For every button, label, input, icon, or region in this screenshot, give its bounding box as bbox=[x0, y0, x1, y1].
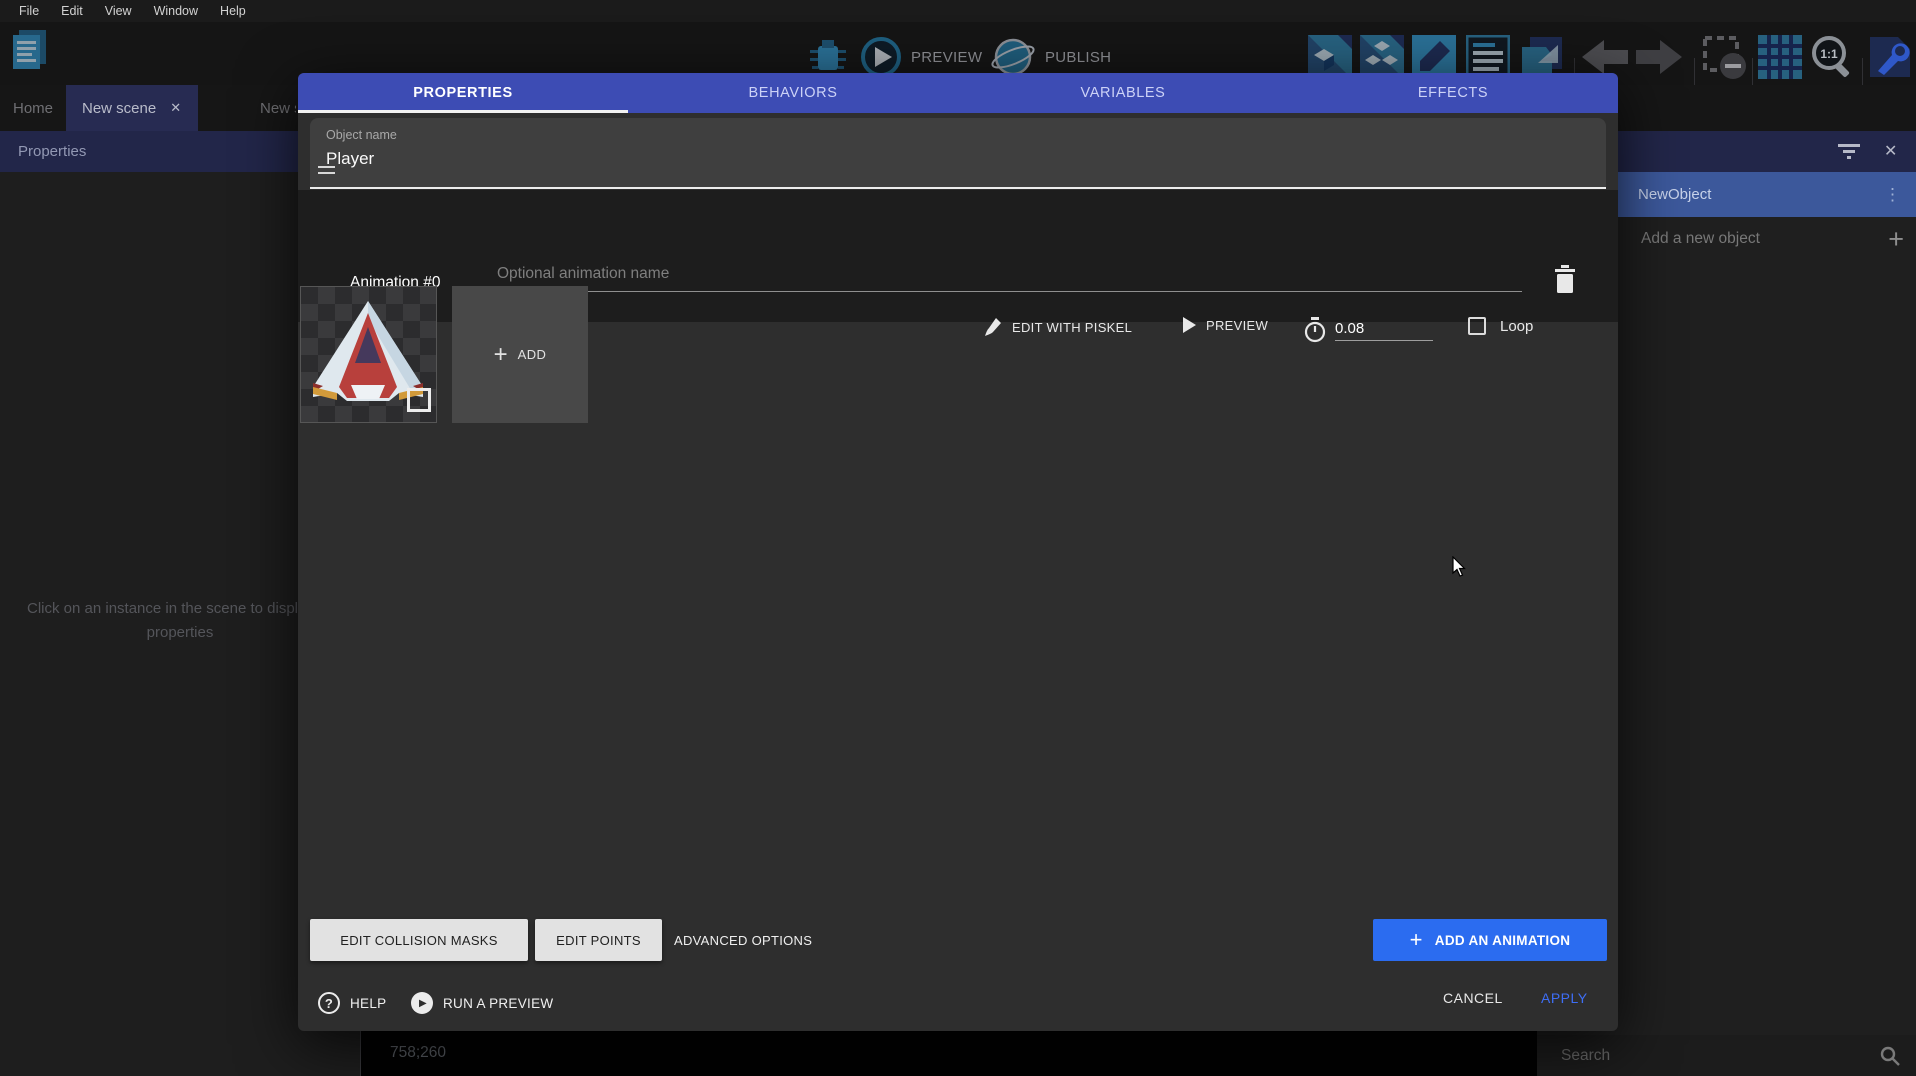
apply-button[interactable]: APPLY bbox=[1541, 990, 1588, 1006]
add-animation-button[interactable]: + ADD AN ANIMATION bbox=[1373, 919, 1607, 961]
debug-icon[interactable] bbox=[806, 36, 850, 78]
deselect-icon[interactable] bbox=[1702, 35, 1748, 81]
brush-icon bbox=[984, 317, 1002, 337]
tab-properties[interactable]: PROPERTIES bbox=[298, 73, 628, 113]
run-preview-button[interactable]: ▶ RUN A PREVIEW bbox=[411, 990, 553, 1016]
object-menu-icon[interactable]: ⋮ bbox=[1884, 185, 1902, 205]
menu-window[interactable]: Window bbox=[143, 4, 209, 18]
active-tab-indicator bbox=[298, 110, 628, 113]
project-manager-icon[interactable] bbox=[10, 28, 50, 74]
tab-next-label: New scene bbox=[260, 100, 296, 117]
tab-home-label: Home bbox=[13, 100, 53, 117]
timer-icon bbox=[1303, 317, 1327, 343]
tab-home[interactable]: Home bbox=[0, 85, 66, 131]
menu-help[interactable]: Help bbox=[209, 4, 257, 18]
tab-variables[interactable]: VARIABLES bbox=[958, 73, 1288, 113]
tab-effects[interactable]: EFFECTS bbox=[1288, 73, 1618, 113]
delete-animation-icon[interactable] bbox=[1553, 265, 1577, 293]
edit-with-piskel-button[interactable]: EDIT WITH PISKEL bbox=[984, 317, 1132, 337]
play-circle-icon: ▶ bbox=[411, 992, 433, 1014]
dialog-tab-bar: PROPERTIES BEHAVIORS VARIABLES EFFECTS bbox=[298, 73, 1618, 113]
preview-label: PREVIEW bbox=[911, 49, 982, 66]
tab-next-scene[interactable]: New scene bbox=[244, 85, 296, 131]
object-name-label: NewObject bbox=[1638, 186, 1711, 203]
object-name-field: Object name bbox=[310, 118, 1606, 189]
frame-select-checkbox[interactable] bbox=[407, 388, 431, 412]
tab-new-scene-label: New scene bbox=[82, 100, 156, 117]
filter-icon[interactable] bbox=[1838, 144, 1860, 160]
undo-icon[interactable] bbox=[1582, 40, 1630, 76]
help-icon: ? bbox=[318, 992, 340, 1014]
object-name-field-label: Object name bbox=[326, 128, 397, 142]
grid-icon[interactable] bbox=[1758, 35, 1802, 79]
search-icon bbox=[1880, 1046, 1900, 1066]
tab-new-scene[interactable]: New scene ✕ bbox=[66, 85, 198, 131]
object-editor-dialog: PROPERTIES BEHAVIORS VARIABLES EFFECTS O… bbox=[298, 73, 1618, 1031]
help-button[interactable]: ? HELP bbox=[318, 990, 386, 1016]
preview-play-icon bbox=[860, 36, 902, 78]
play-icon bbox=[1183, 317, 1196, 333]
add-object-label: Add a new object bbox=[1641, 230, 1760, 248]
publish-label: PUBLISH bbox=[1045, 49, 1111, 66]
menu-edit[interactable]: Edit bbox=[50, 4, 94, 18]
add-object-plus-icon[interactable]: + bbox=[1888, 224, 1904, 255]
edit-collision-masks-button[interactable]: EDIT COLLISION MASKS bbox=[310, 919, 528, 961]
close-panel-icon[interactable]: ✕ bbox=[1884, 141, 1897, 161]
objects-search-bar bbox=[1537, 1035, 1916, 1076]
tab-close-icon[interactable]: ✕ bbox=[170, 100, 181, 116]
add-frame-button[interactable]: + ADD bbox=[452, 286, 588, 423]
tab-behaviors[interactable]: BEHAVIORS bbox=[628, 73, 958, 113]
svg-text:1:1: 1:1 bbox=[1820, 47, 1838, 61]
plus-icon: + bbox=[494, 341, 508, 369]
redo-icon[interactable] bbox=[1634, 40, 1682, 76]
edit-points-button[interactable]: EDIT POINTS bbox=[535, 919, 662, 961]
time-between-frames-field bbox=[1303, 317, 1433, 343]
drag-handle-icon[interactable] bbox=[318, 166, 335, 178]
app-window: File Edit View Window Help PREVI bbox=[0, 0, 1916, 1076]
animation-name-input[interactable] bbox=[497, 265, 1522, 292]
loop-toggle[interactable]: Loop bbox=[1468, 317, 1533, 335]
scene-settings-wrench-icon[interactable] bbox=[1868, 35, 1912, 79]
preview-animation-button[interactable]: PREVIEW bbox=[1183, 317, 1268, 333]
menu-file[interactable]: File bbox=[8, 4, 50, 18]
zoom-actual-icon[interactable]: 1:1 bbox=[1810, 35, 1856, 81]
cancel-button[interactable]: CANCEL bbox=[1443, 990, 1503, 1006]
menu-view[interactable]: View bbox=[94, 4, 143, 18]
object-name-input[interactable] bbox=[326, 149, 1586, 169]
properties-panel-title: Properties bbox=[18, 143, 86, 160]
search-input[interactable] bbox=[1537, 1035, 1916, 1076]
time-between-frames-input[interactable] bbox=[1335, 320, 1433, 341]
cursor-coordinates: 758;260 bbox=[390, 1044, 446, 1062]
preview-button[interactable]: PREVIEW bbox=[860, 36, 982, 78]
mouse-cursor bbox=[1452, 556, 1468, 578]
plus-icon: + bbox=[1410, 927, 1423, 953]
loop-checkbox[interactable] bbox=[1468, 317, 1486, 335]
advanced-options-button[interactable]: ADVANCED OPTIONS bbox=[674, 919, 812, 961]
menu-bar: File Edit View Window Help bbox=[0, 0, 1916, 22]
